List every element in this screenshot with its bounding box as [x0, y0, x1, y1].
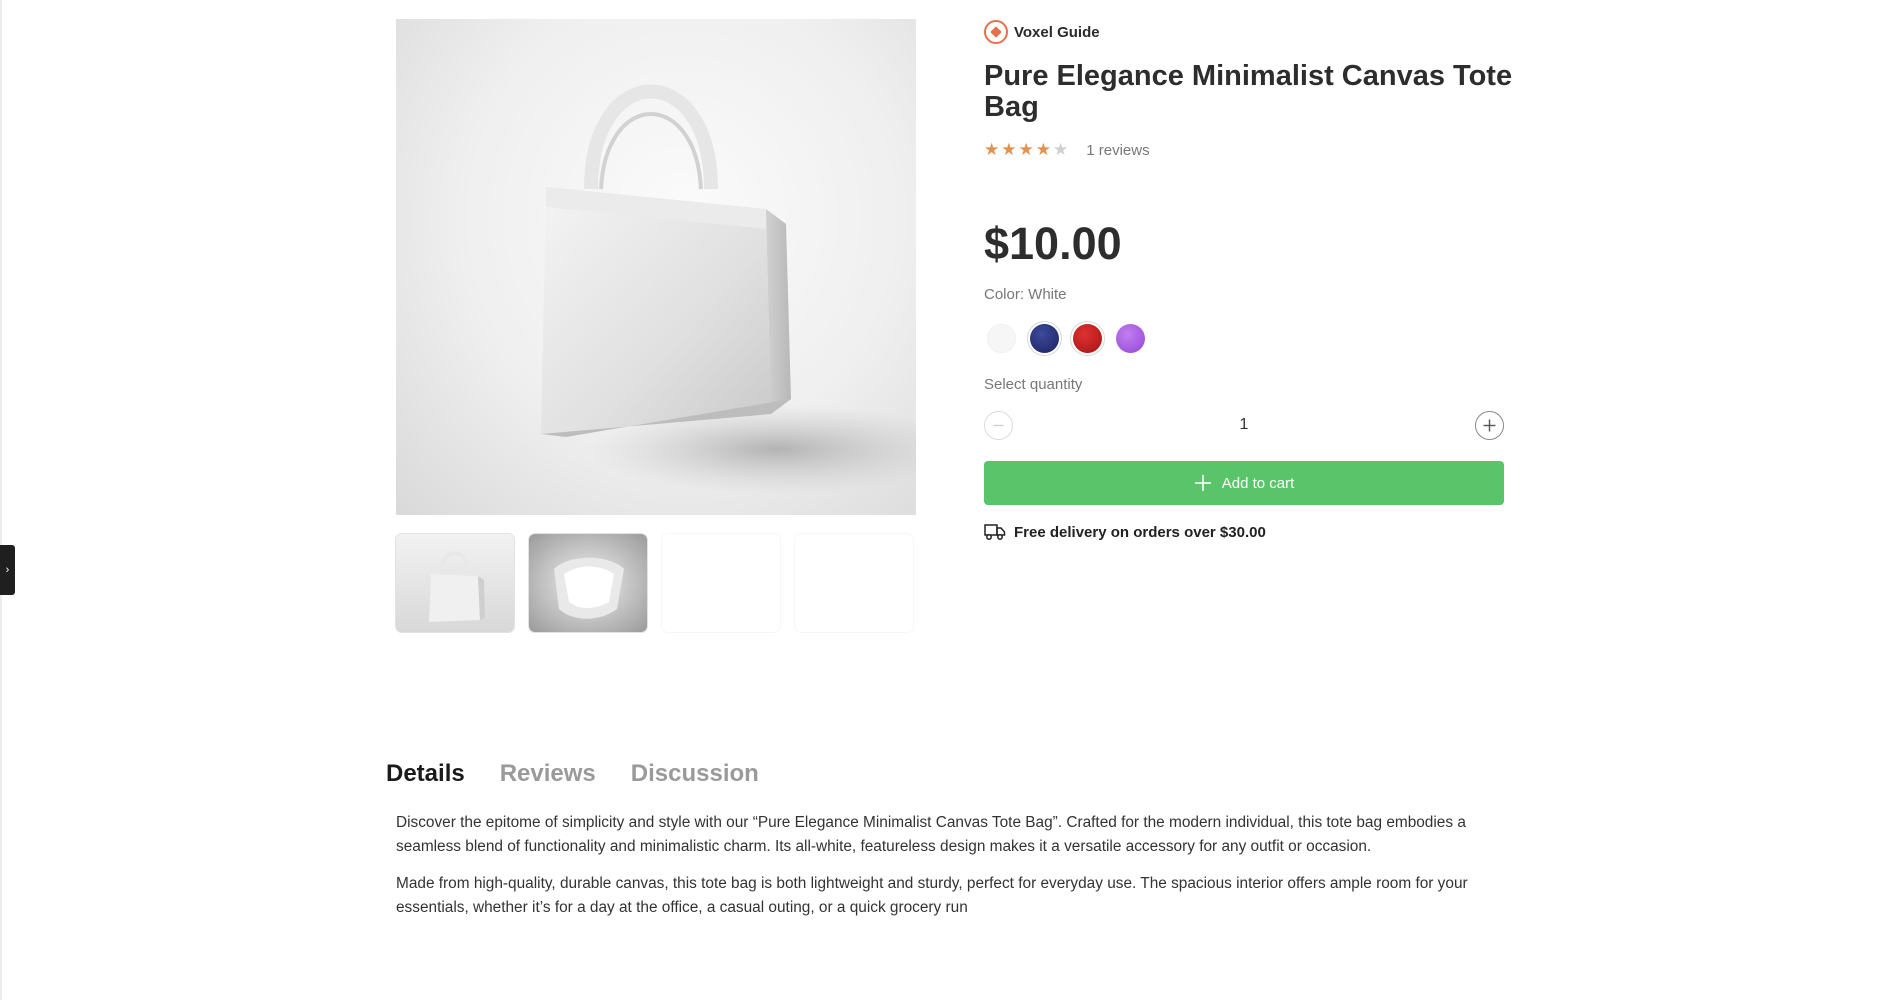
rating-stars: ★ ★ ★ ★ ★: [984, 140, 1068, 160]
quantity-stepper: 1: [984, 411, 1504, 441]
plus-icon: [1194, 475, 1211, 491]
star-empty-icon: ★: [1053, 140, 1069, 159]
add-to-cart-label: Add to cart: [1221, 474, 1295, 492]
brand-logo-icon: [984, 20, 1008, 44]
color-swatch-navy[interactable]: [1030, 324, 1059, 353]
tab-details[interactable]: Details: [386, 760, 465, 788]
color-swatch-purple[interactable]: [1116, 324, 1145, 353]
page-left-border: [0, 0, 2, 1000]
color-label: Color: White: [984, 286, 1067, 303]
quantity-label: Select quantity: [984, 376, 1083, 393]
quantity-value[interactable]: 1: [984, 416, 1504, 434]
quantity-increase-button[interactable]: [1475, 411, 1504, 440]
star-filled-icon: ★: [984, 140, 1000, 159]
color-swatch-white[interactable]: [987, 324, 1016, 353]
tote-bag-illustration: [541, 84, 916, 494]
thumbnail-2[interactable]: [529, 534, 647, 632]
product-tabs: Details Reviews Discussion: [386, 760, 759, 788]
product-description: Discover the epitome of simplicity and s…: [396, 811, 1506, 933]
sidebar-toggle-button[interactable]: ›: [0, 545, 15, 595]
description-paragraph-1: Discover the epitome of simplicity and s…: [396, 814, 1466, 855]
star-filled-icon: ★: [1018, 140, 1034, 159]
brand-name: Voxel Guide: [1014, 23, 1100, 41]
thumbnail-bag-top: [554, 557, 624, 619]
delivery-info: Free delivery on orders over $30.00: [984, 523, 1266, 541]
description-paragraph-2: Made from high-quality, durable canvas, …: [396, 875, 1468, 916]
add-to-cart-button[interactable]: Add to cart: [984, 461, 1504, 505]
plus-icon: [1483, 419, 1496, 432]
tab-reviews[interactable]: Reviews: [500, 760, 596, 788]
product-main-image[interactable]: [396, 19, 916, 515]
delivery-truck-icon: [984, 524, 1006, 540]
chevron-right-icon: ›: [5, 564, 10, 576]
thumbnail-1[interactable]: [396, 534, 514, 632]
thumbnail-4[interactable]: [795, 534, 913, 632]
product-title: Pure Elegance Minimalist Canvas Tote Bag: [984, 60, 1513, 123]
product-rating: ★ ★ ★ ★ ★ 1 reviews: [984, 140, 1150, 160]
thumbnail-3[interactable]: [662, 534, 780, 632]
color-swatches: [987, 324, 1145, 353]
thumbnail-bag-front: [429, 551, 485, 622]
color-swatch-red[interactable]: [1073, 324, 1102, 353]
star-filled-icon: ★: [1001, 140, 1017, 159]
brand-link[interactable]: Voxel Guide: [984, 20, 1100, 44]
tab-discussion[interactable]: Discussion: [631, 760, 759, 788]
delivery-text: Free delivery on orders over $30.00: [1014, 523, 1266, 541]
star-filled-icon: ★: [1035, 140, 1051, 159]
reviews-count-link[interactable]: 1 reviews: [1086, 142, 1149, 159]
product-price: $10.00: [984, 218, 1122, 269]
